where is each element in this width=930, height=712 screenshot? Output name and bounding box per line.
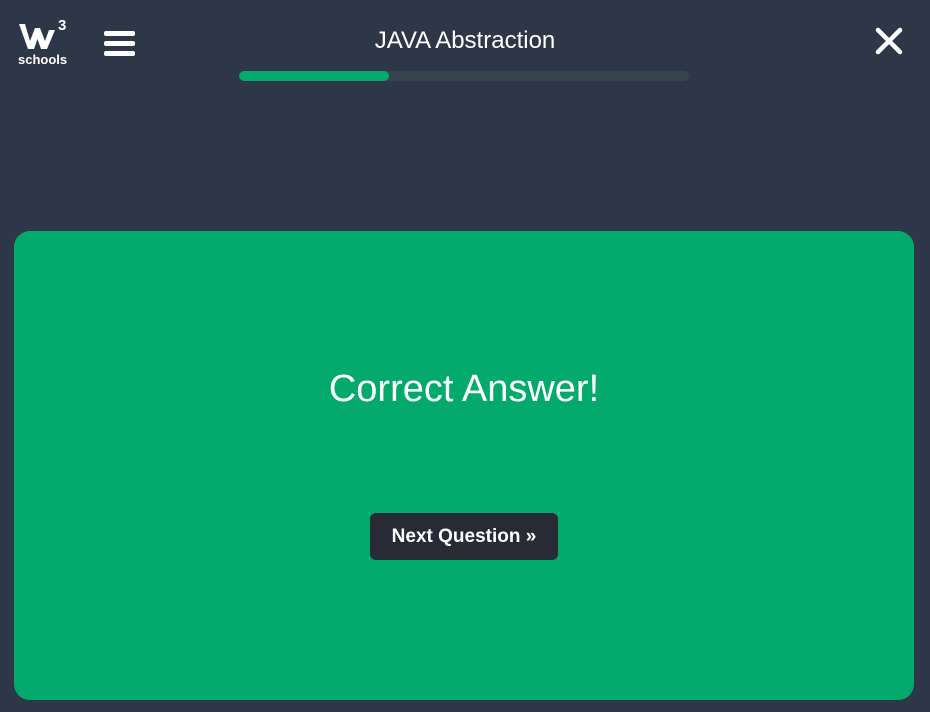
page-title: JAVA Abstraction bbox=[374, 27, 556, 54]
progress-bar-fill bbox=[239, 71, 389, 81]
close-icon-glyph bbox=[875, 27, 903, 55]
top-bar: 3 schools JAVA Abstraction bbox=[0, 0, 930, 100]
result-message: Correct Answer! bbox=[328, 368, 600, 410]
progress-bar bbox=[239, 71, 689, 81]
next-question-button[interactable]: Next Question » bbox=[370, 513, 558, 560]
close-icon[interactable] bbox=[874, 26, 904, 56]
result-panel: Correct Answer! Next Question » bbox=[14, 231, 914, 700]
